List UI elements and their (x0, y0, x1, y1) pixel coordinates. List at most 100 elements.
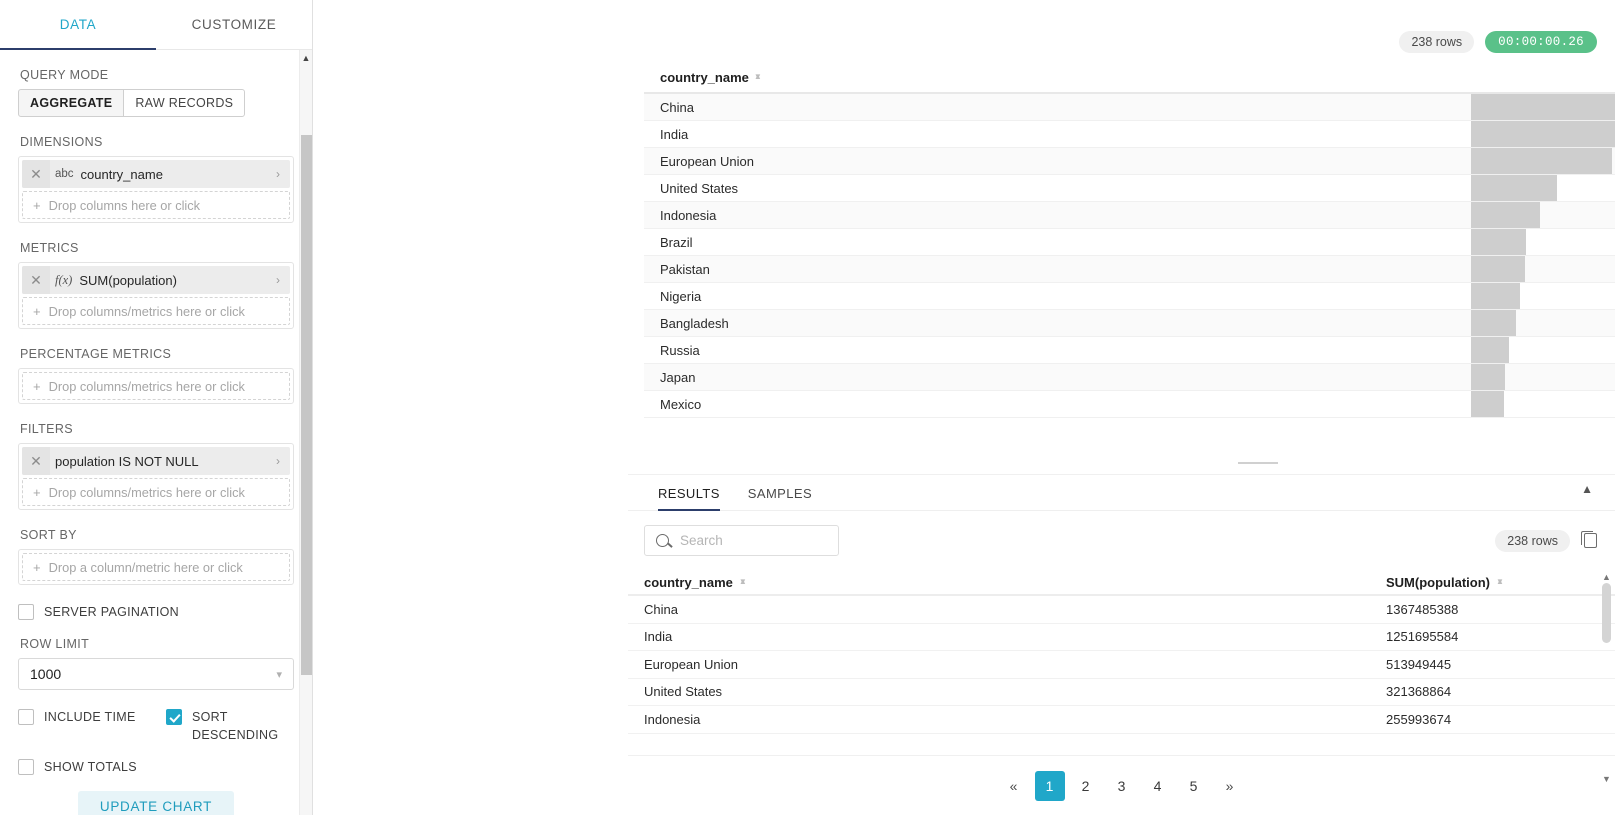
sort-by-dropbox[interactable]: + Drop a column/metric here or click (18, 549, 294, 585)
sort-by-label: SORT BY (20, 528, 77, 542)
tab-results[interactable]: RESULTS (644, 486, 734, 511)
section-row-limit: ROW LIMIT 1000 ▾ (18, 637, 294, 691)
pagination-page-1[interactable]: 1 (1034, 770, 1065, 801)
chart-cell-country-name: Pakistan (660, 261, 710, 277)
filters-dropbox[interactable]: ✕ population IS NOT NULL › + Drop column… (18, 443, 294, 510)
remove-icon[interactable]: ✕ (22, 447, 50, 475)
results-table-row[interactable]: China 1367485388 (628, 596, 1615, 624)
remove-icon[interactable]: ✕ (22, 266, 50, 294)
results-panel: RESULTS SAMPLES ▲ 238 rows (628, 474, 1615, 815)
chart-table-row[interactable]: United States 321M (644, 175, 1615, 202)
dimensions-label: DIMENSIONS (20, 135, 103, 149)
section-filters: FILTERS ✕ population IS NOT NULL › + Dro… (18, 422, 294, 510)
section-dimensions: DIMENSIONS ✕ abc country_name › + Drop c… (18, 135, 294, 223)
plus-icon: + (33, 303, 41, 319)
pagination-prev-button[interactable]: « (999, 771, 1029, 801)
chart-cell-value: 256M (1471, 202, 1615, 228)
filters-drop-placeholder[interactable]: + Drop columns/metrics here or click (22, 478, 290, 506)
percentage-metrics-dropbox[interactable]: + Drop columns/metrics here or click (18, 368, 294, 404)
sort-descending-label: SORT DESCENDING (192, 710, 279, 743)
include-time-checkbox-row[interactable]: INCLUDE TIME (18, 708, 140, 744)
results-search-box[interactable] (644, 525, 839, 556)
chart-value-bar (1471, 175, 1558, 201)
filter-chip-population-not-null[interactable]: ✕ population IS NOT NULL › (22, 447, 290, 475)
pagination-next-button[interactable]: » (1215, 771, 1245, 801)
row-limit-select[interactable]: 1000 ▾ (18, 658, 294, 691)
sort-descending-checkbox-row[interactable]: SORT DESCENDING (166, 708, 279, 744)
server-pagination-label: SERVER PAGINATION (44, 605, 179, 619)
results-cell-sum-population: 1251695584 (1386, 629, 1459, 645)
scroll-up-icon[interactable]: ▲ (1600, 570, 1613, 583)
control-panel-scrollbar[interactable]: ▲ (299, 50, 312, 815)
include-time-checkbox[interactable] (18, 709, 34, 726)
tab-data[interactable]: DATA (0, 0, 156, 50)
update-chart-button[interactable]: UPDATE CHART (77, 790, 235, 815)
chart-container: country_name ▲▼ SUM(population) ▲▼ China… (644, 62, 1615, 432)
pagination-page-2[interactable]: 2 (1071, 771, 1101, 801)
chevron-right-icon[interactable]: › (266, 266, 290, 294)
results-col-header-country-name[interactable]: country_name ▲ ▼ (644, 575, 1386, 590)
server-pagination-checkbox[interactable] (18, 604, 34, 620)
chart-table-row[interactable]: Brazil 204M (644, 229, 1615, 256)
control-panel-body: QUERY MODE AGGREGATE RAW RECORDS DIMENSI… (0, 50, 312, 815)
panel-resize-handle[interactable] (1238, 461, 1278, 465)
section-query-mode: QUERY MODE AGGREGATE RAW RECORDS (18, 68, 294, 117)
pagination-page-5[interactable]: 5 (1179, 771, 1209, 801)
chevron-up-icon[interactable]: ▲ (300, 50, 312, 66)
chart-cell-value: 127M (1471, 364, 1615, 390)
chart-table-row[interactable]: European Union 514M (644, 148, 1615, 175)
metrics-drop-placeholder[interactable]: + Drop columns/metrics here or click (22, 297, 290, 325)
chart-table-row[interactable]: Mexico 122M (644, 391, 1615, 418)
show-totals-checkbox-row[interactable]: SHOW TOTALS (18, 758, 294, 776)
query-mode-raw-records-button[interactable]: RAW RECORDS (123, 89, 246, 117)
sort-by-drop-placeholder[interactable]: + Drop a column/metric here or click (22, 553, 290, 581)
results-pagination: «1 2 3 4 5» (628, 755, 1615, 815)
query-mode-aggregate-button[interactable]: AGGREGATE (18, 89, 125, 117)
chart-table-row[interactable]: Japan 127M (644, 364, 1615, 391)
chart-table-row[interactable]: Indonesia 256M (644, 202, 1615, 229)
results-scrollbar-thumb[interactable] (1602, 583, 1611, 643)
chart-cell-country-name: Mexico (660, 396, 702, 412)
results-table-row[interactable]: Indonesia 255993674 (628, 706, 1615, 734)
results-vertical-scrollbar[interactable]: ▲ ▼ (1600, 570, 1613, 785)
chart-table-row[interactable]: Pakistan 199M (644, 256, 1615, 283)
results-cell-country-name: European Union (644, 656, 738, 672)
collapse-results-icon[interactable]: ▲ (1581, 482, 1593, 496)
metrics-dropbox[interactable]: ✕ f(x) SUM(population) › + Drop columns/… (18, 262, 294, 329)
function-type-icon: f(x) (55, 272, 73, 287)
tab-samples[interactable]: SAMPLES (734, 486, 826, 510)
chart-table-body[interactable]: China1.37BIndia1.25BEuropean Union514MUn… (644, 94, 1615, 430)
dimensions-drop-placeholder[interactable]: + Drop columns here or click (22, 191, 290, 219)
chart-table-row[interactable]: China 1.37B (644, 94, 1615, 121)
results-table-row[interactable]: United States 321368864 (628, 679, 1615, 706)
chart-value-bar (1471, 364, 1506, 390)
results-table-row[interactable]: European Union 513949445 (628, 651, 1615, 679)
show-totals-checkbox[interactable] (18, 759, 34, 776)
chart-table-row[interactable]: Russia 142M (644, 337, 1615, 364)
remove-icon[interactable]: ✕ (22, 160, 50, 188)
query-mode-segmented: AGGREGATE RAW RECORDS (18, 89, 294, 117)
server-pagination-checkbox-row[interactable]: SERVER PAGINATION (18, 603, 294, 621)
pagination-page-4[interactable]: 4 (1143, 771, 1173, 801)
chevron-right-icon[interactable]: › (266, 447, 290, 475)
metric-chip-sum-population[interactable]: ✕ f(x) SUM(population) › (22, 266, 290, 294)
search-input[interactable] (678, 532, 827, 549)
chevron-right-icon[interactable]: › (266, 160, 290, 188)
results-rows-badge: 238 rows (1495, 529, 1570, 552)
percentage-metrics-drop-placeholder[interactable]: + Drop columns/metrics here or click (22, 372, 290, 400)
tab-customize[interactable]: CUSTOMIZE (156, 0, 312, 49)
dimensions-dropbox[interactable]: ✕ abc country_name › + Drop columns here… (18, 156, 294, 223)
chart-col-header-country-name[interactable]: country_name ▲ ▼ (644, 70, 1615, 85)
update-chart-wrap: UPDATE CHART (18, 790, 294, 815)
dimension-chip-country-name[interactable]: ✕ abc country_name › (22, 160, 290, 188)
chart-table-row[interactable]: India 1.25B (644, 121, 1615, 148)
results-col-header-sum-population[interactable]: SUM(population) ▲ ▼ (1386, 575, 1504, 590)
pagination-page-3[interactable]: 3 (1107, 771, 1137, 801)
chart-table-row[interactable]: Bangladesh 169M (644, 310, 1615, 337)
scrollbar-thumb[interactable] (301, 135, 312, 675)
copy-icon[interactable] (1581, 531, 1597, 548)
results-table-row[interactable]: India 1251695584 (628, 624, 1615, 651)
chart-table-row[interactable]: Nigeria 182M (644, 283, 1615, 310)
sort-descending-checkbox[interactable] (166, 709, 182, 726)
section-percentage-metrics: PERCENTAGE METRICS + Drop columns/metric… (18, 347, 294, 404)
